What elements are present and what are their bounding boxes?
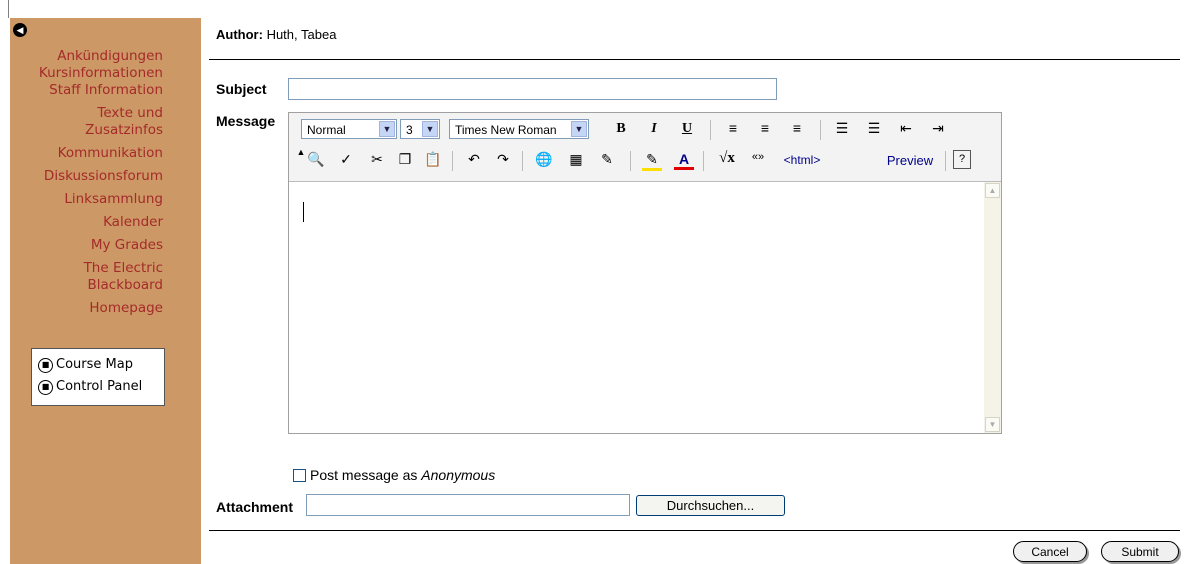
font-size-value: 3	[406, 123, 413, 137]
anonymous-word: Anonymous	[421, 467, 496, 483]
bullet-list-icon[interactable]: ☰	[864, 120, 884, 137]
message-editor: Normal ▼ 3 ▼ Times New Roman ▼ B I U ≡ ≡…	[288, 112, 1002, 434]
nav-communication[interactable]: Kommunikation	[10, 145, 163, 162]
insert-table-icon[interactable]: ▦	[566, 151, 586, 168]
nav-homepage[interactable]: Homepage	[10, 300, 163, 317]
editor-scrollbar[interactable]: ▲ ▼	[984, 182, 1001, 433]
italic-icon[interactable]: I	[644, 121, 664, 137]
help-icon[interactable]: ?	[953, 150, 971, 169]
outdent-icon[interactable]: ⇤	[896, 120, 916, 137]
editor-toolbar: Normal ▼ 3 ▼ Times New Roman ▼ B I U ≡ ≡…	[289, 113, 1001, 182]
insert-link-icon[interactable]: 🌐	[534, 151, 554, 168]
underline-icon[interactable]: U	[677, 121, 697, 137]
font-face-select[interactable]: Times New Roman ▼	[449, 119, 589, 139]
nav-texte-line-2[interactable]: Zusatzinfos	[10, 122, 163, 139]
left-border-line	[8, 0, 9, 18]
undo-icon[interactable]: ↶	[464, 151, 484, 168]
nav-texte-line-1[interactable]: Texte und	[10, 105, 163, 122]
divider-top	[209, 59, 1180, 60]
anonymous-label: Post message as Anonymous	[310, 467, 495, 483]
nav-announcements[interactable]: Ankündigungen	[10, 48, 163, 65]
toolbar-separator	[630, 151, 631, 171]
paragraph-style-select[interactable]: Normal ▼	[301, 119, 397, 139]
tools-box: ■ Course Map ■ Control Panel	[31, 348, 165, 406]
toolbar-separator	[710, 120, 711, 140]
course-sidebar: ◀ Ankündigungen Kursinformationen Staff …	[10, 18, 201, 564]
html-mode-button[interactable]: <html>	[777, 153, 827, 167]
indent-icon[interactable]: ⇥	[928, 120, 948, 137]
attachment-input[interactable]	[306, 494, 630, 516]
nav-my-grades[interactable]: My Grades	[10, 237, 163, 254]
browse-button[interactable]: Durchsuchen...	[636, 495, 785, 516]
nav-links[interactable]: Linksammlung	[10, 191, 163, 208]
nav-staff-information[interactable]: Staff Information	[10, 82, 163, 99]
numbered-list-icon[interactable]: ☰	[832, 120, 852, 137]
copy-icon[interactable]: ❐	[395, 151, 415, 168]
paste-icon[interactable]: 📋	[423, 151, 443, 168]
anonymous-label-text: Post message as	[310, 467, 418, 483]
html-tag-icon[interactable]: «»	[746, 151, 770, 163]
control-panel-link[interactable]: ■ Control Panel	[38, 378, 142, 396]
bold-icon[interactable]: B	[611, 121, 631, 137]
course-map-label: Course Map	[56, 357, 133, 372]
print-preview-icon[interactable]: 🔍	[306, 151, 326, 168]
subject-input[interactable]	[288, 78, 777, 100]
preview-button[interactable]: Preview	[883, 153, 937, 168]
chevron-down-icon: ▼	[571, 121, 587, 137]
align-right-icon[interactable]: ≡	[787, 120, 807, 136]
font-face-value: Times New Roman	[455, 123, 557, 137]
message-textarea[interactable]	[289, 182, 983, 433]
toolbar-separator	[452, 151, 453, 171]
redo-icon[interactable]: ↷	[493, 151, 513, 168]
align-left-icon[interactable]: ≡	[723, 120, 743, 136]
nav-electric-blackboard-line-2[interactable]: Blackboard	[10, 277, 163, 294]
collapse-menu-icon[interactable]: ◀	[13, 23, 27, 37]
chevron-down-icon: ▼	[422, 121, 438, 137]
attachment-label: Attachment	[216, 499, 294, 515]
toolbar-separator	[945, 151, 946, 171]
font-size-select[interactable]: 3 ▼	[400, 119, 440, 139]
divider-bottom	[209, 530, 1180, 531]
message-label: Message	[216, 113, 276, 129]
draw-pen-icon[interactable]: ✎	[597, 151, 617, 168]
chevron-down-icon: ▼	[379, 121, 395, 137]
author-label: Author:	[216, 27, 263, 42]
course-menu: Ankündigungen Kursinformationen Staff In…	[10, 48, 163, 317]
cancel-button[interactable]: Cancel	[1013, 541, 1087, 562]
scroll-down-icon[interactable]: ▼	[985, 417, 1000, 432]
toolbar-separator	[522, 151, 523, 171]
anonymous-checkbox[interactable]	[293, 469, 306, 482]
nav-electric-blackboard-line-1[interactable]: The Electric	[10, 260, 163, 277]
paragraph-style-value: Normal	[307, 123, 346, 137]
font-color-icon[interactable]: A	[674, 151, 694, 170]
control-panel-icon: ■	[38, 379, 53, 395]
nav-discussion-forum[interactable]: Diskussionsforum	[10, 168, 163, 185]
toolbar-separator	[703, 151, 704, 171]
submit-button[interactable]: Submit	[1101, 541, 1179, 562]
subject-label: Subject	[216, 81, 267, 97]
course-map-link[interactable]: ■ Course Map	[38, 356, 133, 374]
nav-calendar[interactable]: Kalender	[10, 214, 163, 231]
cut-icon[interactable]: ✂	[367, 151, 387, 168]
author-value: Huth, Tabea	[266, 27, 337, 42]
toolbar-separator	[820, 120, 821, 140]
nav-course-information[interactable]: Kursinformationen	[10, 65, 163, 82]
spellcheck-icon[interactable]: ✓	[336, 151, 356, 168]
equation-icon[interactable]: √x	[715, 150, 739, 167]
control-panel-label: Control Panel	[56, 379, 143, 394]
author-line: Author: Huth, Tabea	[216, 27, 336, 42]
highlight-color-icon[interactable]: ✎	[642, 151, 662, 171]
align-center-icon[interactable]: ≡	[755, 120, 775, 136]
course-map-icon: ■	[38, 357, 53, 373]
scroll-up-icon[interactable]: ▲	[985, 183, 1000, 198]
text-cursor	[303, 202, 304, 222]
